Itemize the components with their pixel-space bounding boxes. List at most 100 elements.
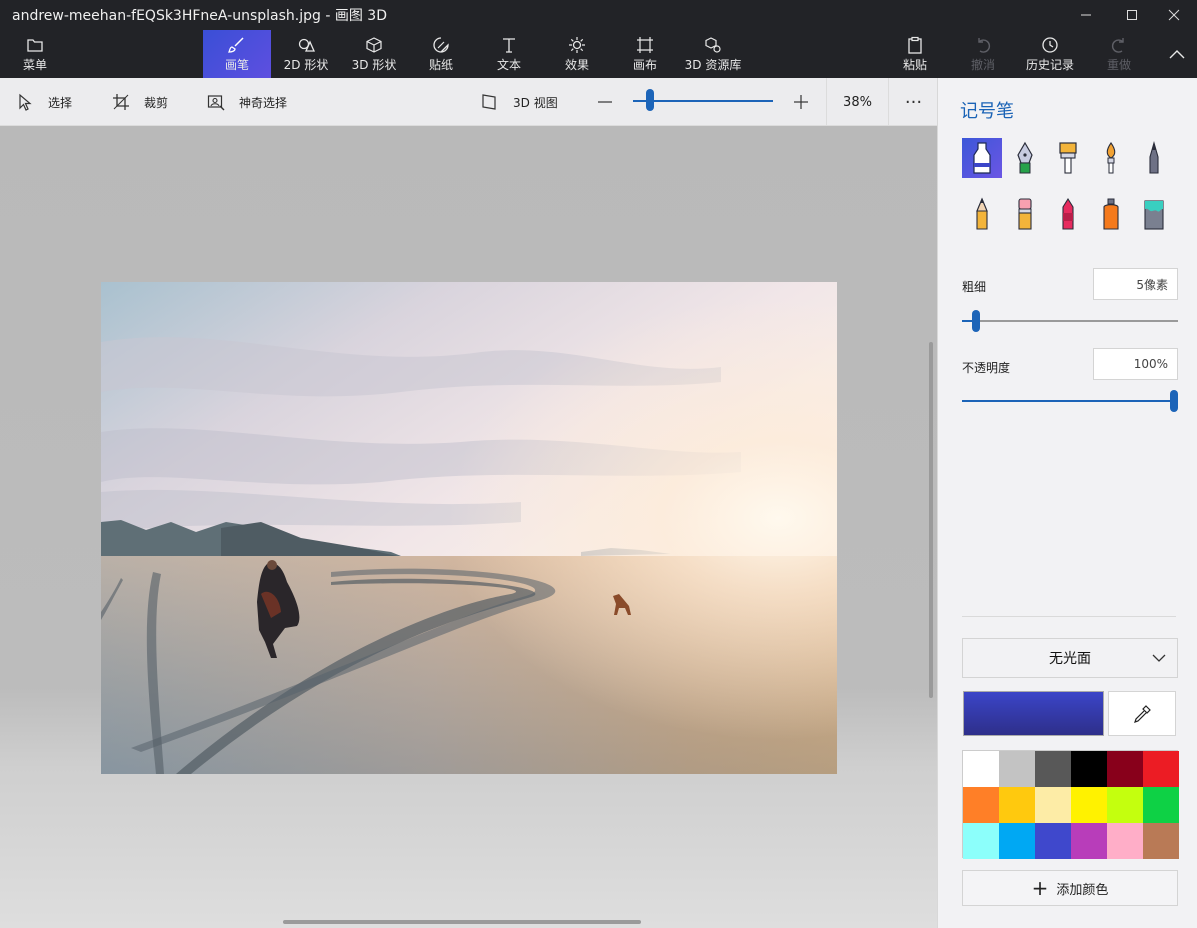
undo-label: 撤消	[970, 58, 995, 72]
opacity-input[interactable]: 100%	[1093, 348, 1178, 380]
tab-stickers[interactable]: 贴纸	[410, 30, 472, 78]
watercolor-brush-button[interactable]	[1091, 138, 1131, 178]
zoom-percentage[interactable]: 38%	[826, 78, 889, 126]
color-swatch[interactable]	[1107, 751, 1143, 787]
color-swatch[interactable]	[1143, 787, 1179, 823]
folder-icon	[27, 39, 43, 52]
panel-divider	[962, 616, 1176, 617]
zoom-slider-thumb[interactable]	[646, 89, 654, 111]
canvas-image[interactable]	[101, 282, 837, 774]
crayon-button[interactable]	[1048, 194, 1088, 234]
thickness-slider[interactable]	[962, 310, 1178, 332]
eyedropper-button[interactable]	[1108, 691, 1176, 736]
current-color-swatch[interactable]	[963, 691, 1104, 736]
thickness-slider-fill	[962, 320, 972, 322]
color-swatch[interactable]	[1035, 751, 1071, 787]
zoom-out-button[interactable]	[596, 78, 628, 126]
finish-label: 无光面	[1049, 651, 1091, 667]
color-swatch[interactable]	[1143, 751, 1179, 787]
plus-icon: +	[1031, 876, 1049, 900]
tab-2d-shapes[interactable]: 2D 形状	[275, 30, 337, 78]
fill-button[interactable]	[1134, 194, 1174, 234]
crop-button[interactable]: 裁剪	[112, 78, 168, 126]
color-swatch[interactable]	[1071, 751, 1107, 787]
pixel-pen-button[interactable]	[1134, 138, 1174, 178]
menu-button[interactable]: 菜单	[12, 30, 58, 78]
color-swatch[interactable]	[1035, 787, 1071, 823]
tab-canvas[interactable]: 画布	[614, 30, 676, 78]
tab-effects[interactable]: 效果	[546, 30, 608, 78]
undo-button[interactable]: 撤消	[960, 30, 1006, 78]
minimize-icon	[1081, 14, 1091, 16]
paste-label: 粘贴	[902, 58, 927, 72]
vertical-scrollbar[interactable]	[929, 342, 933, 698]
thickness-label: 粗细	[962, 280, 987, 294]
collapse-toolbar-button[interactable]	[1158, 30, 1196, 78]
tab-text[interactable]: 文本	[478, 30, 540, 78]
more-options-button[interactable]: ···	[890, 78, 937, 126]
history-button[interactable]: 历史记录	[1022, 30, 1078, 78]
zoom-in-button[interactable]	[792, 78, 824, 126]
brush-panel: 记号笔 粗细 5像素 不透明度 100% 无光面 + 添加颜色	[937, 78, 1197, 928]
canvas-icon	[637, 37, 653, 53]
calligraphy-pen-icon	[1017, 141, 1033, 174]
history-label: 历史记录	[1025, 58, 1074, 72]
spray-can-button[interactable]	[1091, 194, 1131, 234]
minus-icon	[598, 101, 612, 103]
select-button[interactable]: 选择	[16, 78, 72, 126]
tab-label: 3D 形状	[351, 58, 397, 72]
tab-label: 效果	[564, 58, 589, 72]
color-swatch[interactable]	[999, 823, 1035, 859]
panel-title: 记号笔	[960, 101, 1014, 122]
color-swatch[interactable]	[1071, 787, 1107, 823]
marker-brush-button[interactable]	[962, 138, 1002, 178]
color-swatch[interactable]	[1071, 823, 1107, 859]
zoom-slider[interactable]	[633, 78, 773, 126]
opacity-slider-fill	[962, 400, 1170, 402]
chevron-up-icon	[1169, 50, 1185, 59]
maximize-button[interactable]	[1109, 0, 1155, 30]
opacity-slider-thumb[interactable]	[1170, 390, 1178, 412]
calligraphy-pen-button[interactable]	[1005, 138, 1045, 178]
oil-brush-button[interactable]	[1048, 138, 1088, 178]
tab-label: 2D 形状	[283, 58, 329, 72]
close-button[interactable]	[1151, 0, 1197, 30]
maximize-icon	[1127, 10, 1137, 20]
opacity-slider[interactable]	[962, 390, 1178, 412]
finish-dropdown[interactable]: 无光面	[962, 638, 1178, 678]
color-swatch[interactable]	[963, 787, 999, 823]
sticker-icon	[433, 37, 449, 53]
thickness-input[interactable]: 5像素	[1093, 268, 1178, 300]
add-color-label: 添加颜色	[1056, 882, 1109, 898]
effects-icon	[569, 37, 585, 53]
horizontal-scrollbar[interactable]	[283, 920, 641, 924]
color-swatch[interactable]	[963, 823, 999, 859]
color-swatch[interactable]	[1107, 823, 1143, 859]
paste-button[interactable]: 粘贴	[892, 30, 938, 78]
color-swatch[interactable]	[1107, 787, 1143, 823]
cursor-icon	[19, 93, 32, 111]
add-color-button[interactable]: + 添加颜色	[962, 870, 1178, 906]
color-swatch[interactable]	[1035, 823, 1071, 859]
3d-view-icon	[482, 94, 496, 110]
redo-button[interactable]: 重做	[1096, 30, 1142, 78]
color-swatch[interactable]	[963, 751, 999, 787]
tab-label: 文本	[496, 58, 521, 72]
tab-3d-shapes[interactable]: 3D 形状	[343, 30, 405, 78]
3d-view-button[interactable]: 3D 视图	[481, 78, 558, 126]
magic-select-button[interactable]: 神奇选择	[207, 78, 287, 126]
color-swatch[interactable]	[999, 787, 1035, 823]
canvas-workspace[interactable]	[0, 126, 937, 928]
thickness-slider-thumb[interactable]	[972, 310, 980, 332]
pencil-icon	[976, 197, 988, 230]
color-swatch[interactable]	[999, 751, 1035, 787]
eraser-button[interactable]	[1005, 194, 1045, 234]
text-icon	[503, 38, 515, 53]
minimize-button[interactable]	[1063, 0, 1109, 30]
redo-label: 重做	[1106, 58, 1131, 72]
tab-brushes[interactable]: 画笔	[203, 30, 271, 78]
plus-icon	[794, 95, 808, 109]
tab-3d-library[interactable]: 3D 资源库	[682, 30, 744, 78]
color-swatch[interactable]	[1143, 823, 1179, 859]
pencil-button[interactable]	[962, 194, 1002, 234]
